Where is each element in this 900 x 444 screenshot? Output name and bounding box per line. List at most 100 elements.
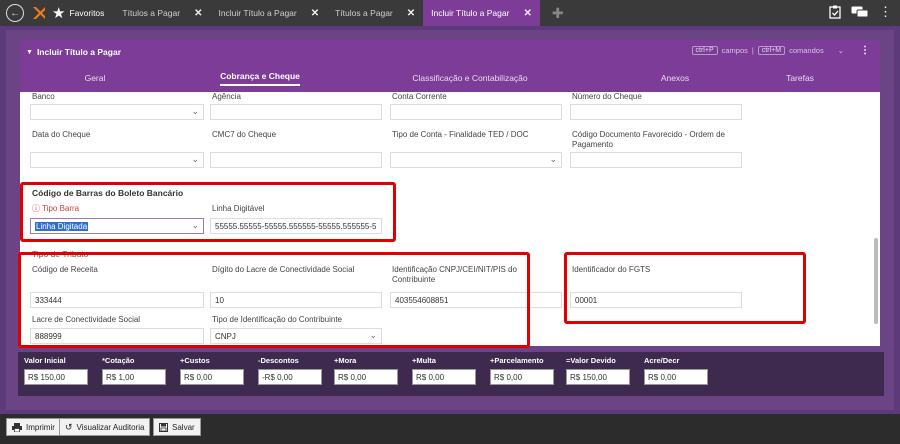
chevron-down-icon[interactable]: ⌄ [838,46,844,55]
total-value[interactable]: -R$ 0,00 [258,369,322,385]
tab-classificacao[interactable]: Classificação e Contabilização [350,64,590,92]
highlight-box-tributo [18,252,530,348]
close-icon[interactable]: ✕ [194,8,202,19]
total-label: Acre/Decr [644,356,680,365]
shortcut-commands-label: comandos [789,46,824,55]
cmc7-field[interactable] [210,152,382,168]
tab-incluir-titulo-2[interactable]: Incluir Título a Pagar ✕ [423,0,540,26]
data-cheque-label: Data do Cheque [32,130,91,139]
shortcut-commands-key: ctrl+M [757,46,786,55]
total-valor-devido: =Valor Devido R$ 150,00 [566,356,630,385]
total-value[interactable]: R$ 0,00 [180,369,244,385]
agencia-field[interactable] [210,104,382,120]
visualizar-auditoria-button[interactable]: ↺ Visualizar Auditoria [59,418,151,436]
tab-label: Cobrança e Cheque [220,71,300,86]
chevron-down-icon: ⌄ [191,154,199,164]
tab-label: Classificação e Contabilização [412,73,528,83]
shortcut-fields-label: campos [721,46,748,55]
total-value[interactable]: R$ 0,00 [334,369,398,385]
tab-incluir-titulo-1[interactable]: Incluir Título a Pagar ✕ [210,0,327,26]
total-value[interactable]: R$ 0,00 [644,369,708,385]
total-label: =Valor Devido [566,356,616,365]
total-parcelamento: +Parcelamento R$ 0,00 [490,356,554,385]
tipo-conta-label: Tipo de Conta - Finalidade TED / DOC [392,130,529,139]
total-label: -Descontos [258,356,299,365]
tab-label: Geral [84,73,106,83]
more-vertical-icon[interactable]: ⋮ [860,45,870,56]
total-label: +Multa [412,356,436,365]
total-label: +Custos [180,356,210,365]
close-icon[interactable]: ✕ [523,8,531,19]
total-value[interactable]: R$ 0,00 [412,369,476,385]
total-custos: +Custos R$ 0,00 [180,356,244,385]
shortcut-fields-key: ctrl+P [691,46,718,55]
banco-select[interactable]: ⌄ [30,104,204,120]
total-label: *Cotação [102,356,135,365]
tab-tarefas[interactable]: Tarefas [760,64,840,92]
more-vertical-icon[interactable]: ⋮ [879,4,892,20]
total-label: +Parcelamento [490,356,544,365]
tipo-conta-select[interactable]: ⌄ [390,152,562,168]
codigo-documento-label: Código Documento Favorecido - Ordem de P… [572,130,725,149]
chevron-down-icon: ⌄ [191,106,199,116]
shortcut-separator: | [751,46,754,55]
codigo-documento-field[interactable] [570,152,742,168]
highlight-box-barcode [20,182,396,242]
close-icon[interactable]: ✕ [407,8,415,19]
total-cotacao: *Cotação R$ 1,00 [102,356,166,385]
tab-titulos-a-pagar-1[interactable]: Títulos a Pagar ✕ [114,0,210,26]
collapse-triangle-icon[interactable]: ▼ [26,49,33,56]
data-cheque-field[interactable]: ⌄ [30,152,204,168]
tab-geral[interactable]: Geral [20,64,170,92]
total-value[interactable]: R$ 150,00 [566,369,630,385]
tab-label: Títulos a Pagar [335,8,393,18]
keyboard-shortcuts: ctrl+P campos | ctrl+M comandos ⌄ [691,46,844,55]
back-icon[interactable]: ← [6,4,24,22]
star-icon[interactable]: ★ [52,6,65,21]
topbar-actions: ⋮ [829,4,892,20]
cmc7-label: CMC7 do Cheque [212,130,277,139]
tab-label: Incluir Título a Pagar [218,8,297,18]
tab-cobranca-e-cheque[interactable]: Cobrança e Cheque [170,64,350,92]
agencia-label: Agência [212,92,241,101]
salvar-button[interactable]: Salvar [153,418,201,436]
total-value[interactable]: R$ 150,00 [24,369,88,385]
numero-cheque-field[interactable] [570,104,742,120]
highlight-box-fgts [564,252,806,324]
total-valor-inicial: Valor Inicial R$ 150,00 [24,356,88,385]
form-scrollbar[interactable] [874,238,878,324]
app-logo-icon[interactable] [32,5,46,21]
save-icon [159,422,168,432]
printer-icon [12,422,22,432]
total-value[interactable]: R$ 0,00 [490,369,554,385]
tab-label: Anexos [660,73,690,83]
banco-label: Banco [32,92,55,101]
auditoria-label: Visualizar Auditoria [76,422,145,432]
close-icon[interactable]: ✕ [311,8,319,19]
total-value[interactable]: R$ 1,00 [102,369,166,385]
favorites-label[interactable]: Favoritos [69,8,104,18]
numero-cheque-label: Número do Cheque [572,92,642,101]
bottom-action-bar: Imprimir ↺ Visualizar Auditoria Salvar [0,414,900,444]
totals-bar: Valor Inicial R$ 150,00 *Cotação R$ 1,00 +… [18,352,884,396]
total-descontos: -Descontos -R$ 0,00 [258,356,322,385]
total-mora: +Mora R$ 0,00 [334,356,398,385]
new-tab-icon[interactable]: ✚ [552,5,564,22]
panel-header: ▼ Incluir Título a Pagar ctrl+P campos |… [20,40,880,64]
imprimir-button[interactable]: Imprimir [6,418,61,436]
conta-corrente-field[interactable] [390,104,562,120]
section-tabs: Geral Cobrança e Cheque Classificação e … [20,64,880,92]
tab-titulos-a-pagar-2[interactable]: Títulos a Pagar ✕ [327,0,423,26]
chat-icon[interactable] [851,6,869,19]
imprimir-label: Imprimir [26,422,55,432]
clipboard-check-icon[interactable] [829,5,841,19]
conta-corrente-label: Conta Corrente [392,92,447,101]
tab-label: Títulos a Pagar [122,8,181,18]
total-acre-decr: Acre/Decr R$ 0,00 [644,356,708,385]
salvar-label: Salvar [172,422,195,432]
total-multa: +Multa R$ 0,00 [412,356,476,385]
app-tab-bar: ← ★ Favoritos Títulos a Pagar ✕ Incluir … [0,0,900,26]
history-icon: ↺ [65,421,73,432]
tab-anexos[interactable]: Anexos [590,64,760,92]
total-label: Valor Inicial [24,356,66,365]
